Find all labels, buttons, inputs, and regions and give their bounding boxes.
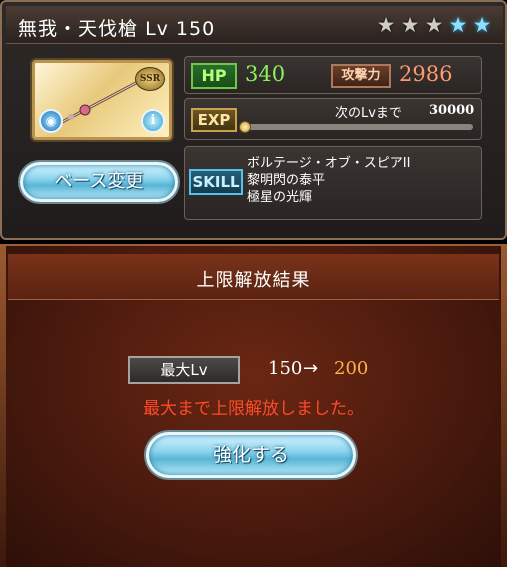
info-icon[interactable]: i xyxy=(141,109,165,133)
atk-label: 攻撃力 xyxy=(331,64,391,88)
uncap-stars: ★ ★ ★ ★ ★ xyxy=(375,14,493,36)
old-max-level: 150 xyxy=(268,358,303,379)
title-bar: 無我・天伐槍 Lv 150 ★ ★ ★ ★ ★ xyxy=(6,6,503,44)
skill-list: ボルテージ・オブ・スピアII 黎明閃の泰平 極星の光輝 xyxy=(247,155,410,206)
base-change-button[interactable]: ベース変更 xyxy=(20,162,178,202)
blue-star-icon: ★ xyxy=(448,13,468,37)
star-icon: ★ xyxy=(424,13,444,37)
next-level-value: 30000 xyxy=(429,103,475,118)
weapon-level: Lv 150 xyxy=(145,18,216,40)
hp-value: 340 xyxy=(245,62,286,86)
hp-label: HP xyxy=(191,63,237,89)
next-level-label: 次のLvまで xyxy=(335,106,402,121)
exp-bar xyxy=(239,121,473,133)
max-level-label: 最大Lv xyxy=(128,356,240,384)
weapon-name: 無我・天伐槍 xyxy=(18,18,139,40)
exp-knob-icon xyxy=(239,121,251,133)
star-icon: ★ xyxy=(400,13,420,37)
skill-row: SKILL ボルテージ・オブ・スピアII 黎明閃の泰平 極星の光輝 xyxy=(184,146,482,220)
atk-value: 2986 xyxy=(399,62,453,86)
panel-title: 上限解放結果 xyxy=(196,270,311,291)
weapon-card: 無我・天伐槍 Lv 150 ★ ★ ★ ★ ★ SSR ◉ i ベース変更 HP 340… xyxy=(0,0,507,240)
blue-star-icon: ★ xyxy=(472,13,492,37)
new-max-level: 200 xyxy=(334,358,369,379)
enhance-button[interactable]: 強化する xyxy=(146,432,356,478)
panel-header: 上限解放結果 xyxy=(8,254,499,300)
weapon-title: 無我・天伐槍 Lv 150 xyxy=(18,14,215,41)
exp-row: EXP 次のLvまで 30000 xyxy=(184,98,482,140)
skill-item: ボルテージ・オブ・スピアII xyxy=(247,156,411,171)
rarity-badge: SSR xyxy=(135,67,165,91)
star-icon: ★ xyxy=(376,13,396,37)
skill-item: 極星の光輝 xyxy=(247,190,313,205)
water-element-icon: ◉ xyxy=(39,109,63,133)
exp-label: EXP xyxy=(191,108,237,132)
skill-label: SKILL xyxy=(189,169,243,195)
result-message: 最大まで上限解放しました。 xyxy=(143,399,364,419)
skill-item: 黎明閃の泰平 xyxy=(247,173,326,188)
arrow-right-icon: → xyxy=(303,358,319,379)
uncap-result-panel: 上限解放結果 最大Lv 150 → 200 最大まで上限解放しました。 強化する xyxy=(0,244,507,567)
hp-atk-row: HP 340 攻撃力 2986 xyxy=(184,56,482,94)
weapon-portrait[interactable]: SSR ◉ i xyxy=(32,60,172,140)
